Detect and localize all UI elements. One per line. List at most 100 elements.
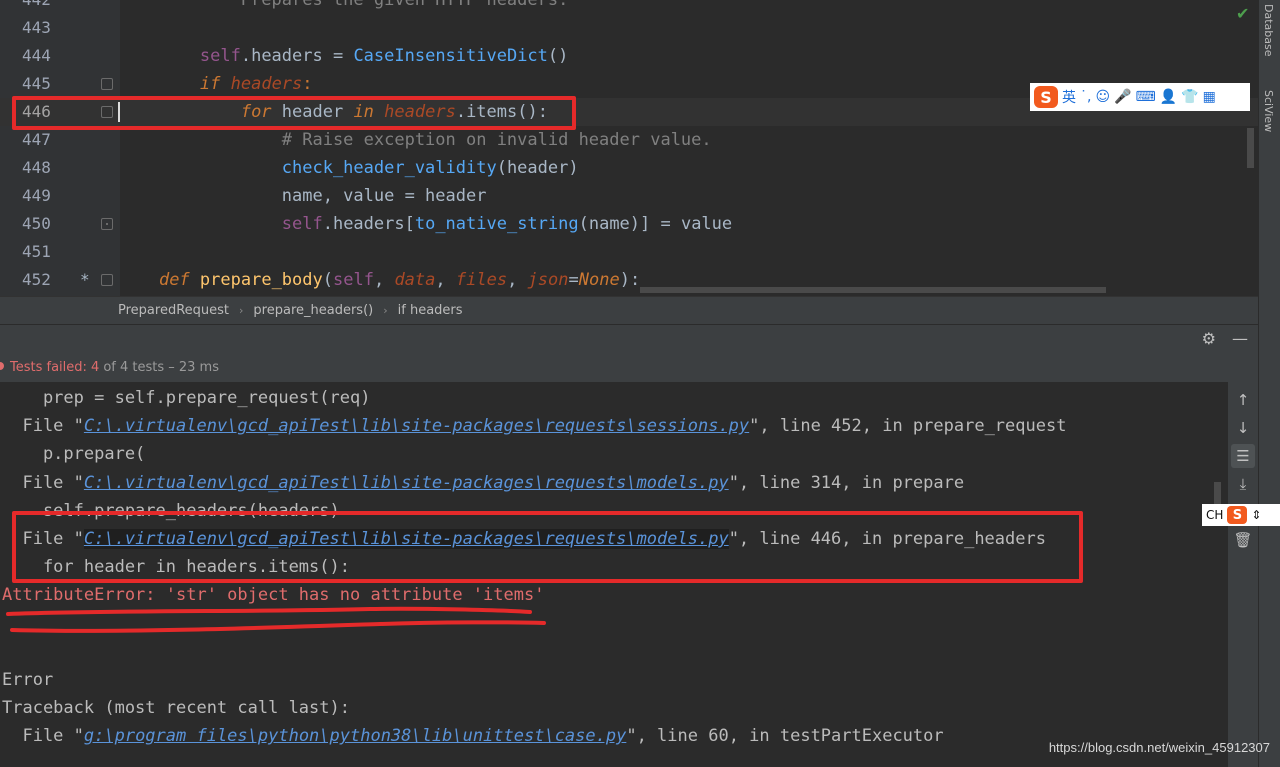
skin-shirt-icon[interactable]: 👕	[1181, 89, 1198, 105]
chevron-updown-icon[interactable]: ⇕	[1251, 508, 1261, 522]
console-text: ", line 60, in testPartExecutor	[626, 726, 943, 746]
console-output[interactable]: prep = self.prepare_request(req) File "C…	[0, 382, 1228, 767]
failed-status-icon	[0, 362, 4, 370]
code-token: self	[333, 270, 374, 290]
up-arrow-icon[interactable]: ↑	[1231, 388, 1255, 412]
code-token: ):	[620, 270, 640, 290]
keyboard-icon[interactable]: ⌨	[1136, 89, 1156, 105]
tab-sciview[interactable]: SciView	[1262, 90, 1275, 132]
line-number[interactable]: 442	[22, 0, 62, 14]
line-number[interactable]: 446	[22, 98, 62, 126]
fold-marker-icon[interactable]	[101, 78, 113, 90]
code-token: header	[272, 102, 354, 122]
tests-summary-label: of 4 tests – 23 ms	[103, 360, 219, 375]
code-token: files	[456, 270, 507, 290]
line-number[interactable]: 452	[22, 266, 62, 294]
line-number[interactable]: 450	[22, 210, 62, 238]
code-line[interactable]: 449 name, value = header	[0, 182, 1258, 210]
punctuation-icon[interactable]: ˙,	[1080, 89, 1091, 105]
code-text: # Raise exception on invalid header valu…	[118, 126, 712, 154]
code-token: data	[394, 270, 435, 290]
code-token: to_native_string	[415, 214, 579, 234]
ime-toolbar[interactable]: S 英 ˙, ☺ 🎤 ⌨ 👤 👕 ▦	[1030, 83, 1250, 111]
code-line[interactable]: 444 self.headers = CaseInsensitiveDict()	[0, 42, 1258, 70]
code-text: Prepares the given HTTP headers.	[118, 0, 568, 14]
ime-language-indicator[interactable]: CH S ⇕	[1202, 504, 1280, 526]
code-token: None	[579, 270, 620, 290]
code-line[interactable]: 451	[0, 238, 1258, 266]
code-token: ,	[435, 270, 455, 290]
code-editor[interactable]: 442 Prepares the given HTTP headers.4434…	[0, 0, 1258, 296]
code-token: Prepares the given HTTP headers.	[118, 0, 568, 10]
code-token: .headers =	[241, 46, 354, 66]
line-number[interactable]: 447	[22, 126, 62, 154]
console-text: File "	[2, 416, 84, 436]
file-path-link[interactable]: C:\.virtualenv\gcd_apiTest\lib\site-pack…	[84, 473, 729, 493]
code-token: =	[569, 270, 579, 290]
fold-marker-icon[interactable]	[101, 218, 113, 230]
console-text: self.prepare_headers(headers)	[2, 501, 340, 521]
scroll-to-end-icon[interactable]: ⤓	[1231, 472, 1255, 496]
ime-mode-label[interactable]: 英	[1062, 87, 1076, 107]
code-text: check_header_validity(header)	[118, 154, 579, 182]
minimize-icon[interactable]: —	[1232, 329, 1248, 348]
editor-horizontal-scrollbar[interactable]	[640, 287, 1106, 293]
code-token	[118, 158, 282, 178]
console-text: Error	[2, 670, 53, 690]
right-tool-strip: Database SciView	[1258, 0, 1280, 767]
code-token: :	[302, 74, 312, 94]
tests-failed-label: Tests failed: 4	[10, 360, 99, 375]
gear-icon[interactable]: ⚙	[1202, 329, 1216, 348]
microphone-icon[interactable]: 🎤	[1114, 89, 1131, 105]
emoji-icon[interactable]: ☺	[1095, 89, 1110, 105]
console-line: File "C:\.virtualenv\gcd_apiTest\lib\sit…	[2, 469, 964, 497]
soft-wrap-icon[interactable]: ☰	[1231, 444, 1255, 468]
code-line[interactable]: 442 Prepares the given HTTP headers.	[0, 0, 1258, 14]
inspection-ok-icon[interactable]: ✔	[1236, 4, 1249, 23]
code-token	[118, 130, 282, 150]
code-line[interactable]: 448 check_header_validity(header)	[0, 154, 1258, 182]
console-text: ", line 446, in prepare_headers	[729, 529, 1046, 549]
breadcrumb-method[interactable]: prepare_headers()	[253, 303, 373, 318]
line-number[interactable]: 449	[22, 182, 62, 210]
code-token	[374, 102, 384, 122]
code-token: (name)] = value	[579, 214, 733, 234]
error-message-line: AttributeError: 'str' object has no attr…	[2, 581, 544, 609]
code-line[interactable]: 450 self.headers[to_native_string(name)]…	[0, 210, 1258, 238]
user-icon[interactable]: 👤	[1160, 89, 1177, 105]
down-arrow-icon[interactable]: ↓	[1231, 416, 1255, 440]
trash-icon[interactable]: 🗑	[1231, 528, 1255, 552]
code-token: # Raise exception on invalid header valu…	[282, 130, 712, 150]
line-number[interactable]: 444	[22, 42, 62, 70]
file-path-link[interactable]: C:\.virtualenv\gcd_apiTest\lib\site-pack…	[84, 529, 729, 549]
code-text: if headers:	[118, 70, 313, 98]
code-line[interactable]: 443	[0, 14, 1258, 42]
tab-database[interactable]: Database	[1262, 4, 1275, 57]
code-token	[118, 74, 200, 94]
text-caret	[118, 102, 120, 122]
code-token: headers	[231, 74, 303, 94]
breadcrumb-class[interactable]: PreparedRequest	[118, 303, 229, 318]
console-text: ", line 452, in prepare_request	[749, 416, 1066, 436]
chevron-right-icon: ›	[239, 304, 243, 317]
breadcrumb-block[interactable]: if headers	[398, 303, 463, 318]
fold-marker-icon[interactable]	[101, 106, 113, 118]
sogou-logo-icon: S	[1227, 506, 1247, 524]
console-line: prep = self.prepare_request(req)	[2, 384, 370, 412]
line-number[interactable]: 443	[22, 14, 62, 42]
code-token: ,	[374, 270, 394, 290]
code-token: self	[200, 46, 241, 66]
console-toolbar: ↑ ↓ ☰ ⤓ ⎙ 🗑	[1228, 382, 1258, 767]
override-marker[interactable]: *	[80, 266, 90, 294]
line-number[interactable]: 451	[22, 238, 62, 266]
file-path-link[interactable]: C:\.virtualenv\gcd_apiTest\lib\site-pack…	[84, 416, 749, 436]
line-number[interactable]: 448	[22, 154, 62, 182]
code-token: in	[353, 102, 373, 122]
editor-scrollbar-thumb[interactable]	[1247, 128, 1254, 168]
file-path-link[interactable]: g:\program files\python\python38\lib\uni…	[84, 726, 626, 746]
fold-marker-icon[interactable]	[101, 274, 113, 286]
line-number[interactable]: 445	[22, 70, 62, 98]
grid-menu-icon[interactable]: ▦	[1203, 89, 1216, 105]
code-line[interactable]: 447 # Raise exception on invalid header …	[0, 126, 1258, 154]
console-line: Traceback (most recent call last):	[2, 694, 350, 722]
